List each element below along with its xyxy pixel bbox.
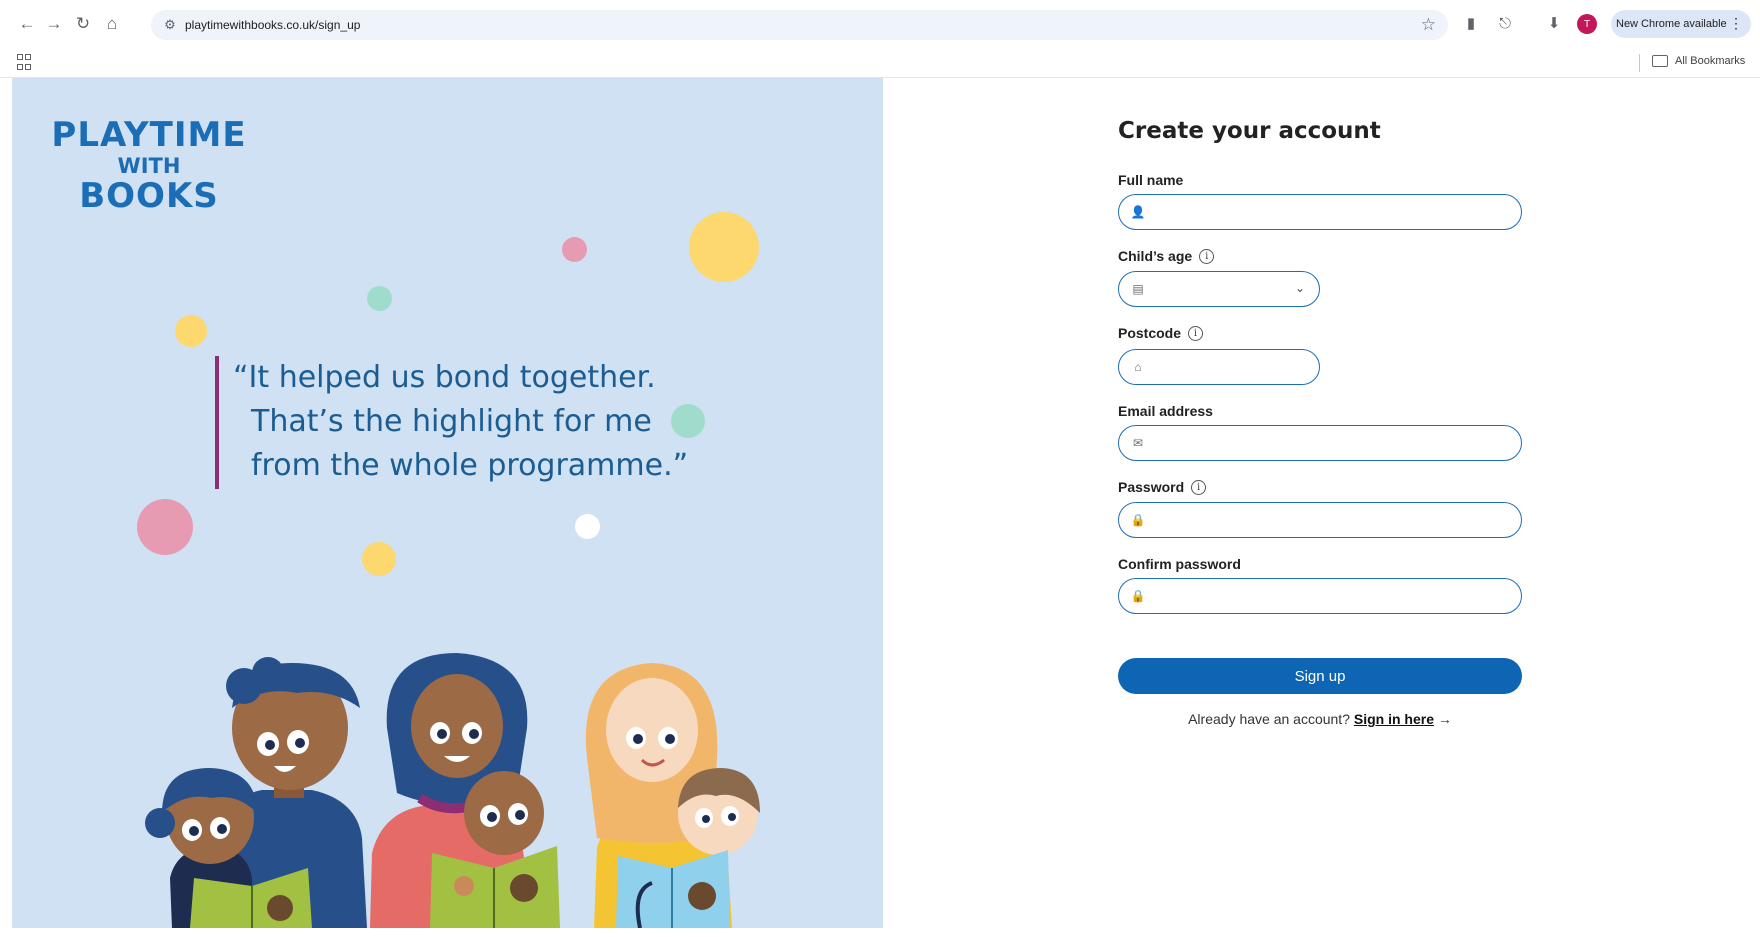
extensions-icon[interactable]: ⎋ xyxy=(1494,12,1516,34)
email-input[interactable]: ✉ xyxy=(1118,425,1522,461)
email-label: Email address xyxy=(1118,403,1213,419)
confirm-password-label-text: Confirm password xyxy=(1118,556,1241,572)
email-label-text: Email address xyxy=(1118,403,1213,419)
calendar-icon: ▤ xyxy=(1132,282,1144,296)
password-label-text: Password xyxy=(1118,479,1185,495)
lock-icon: 🔒 xyxy=(1130,589,1146,603)
full-name-label-text: Full name xyxy=(1118,172,1184,188)
site-settings-icon[interactable]: ⚙ xyxy=(161,16,179,34)
arrow-right-icon: → xyxy=(1437,711,1452,727)
form-title: Create your account xyxy=(1118,118,1381,144)
sign-up-button[interactable]: Sign up xyxy=(1118,658,1522,694)
family-reading-illustration xyxy=(145,653,760,928)
illustration-baby-middle xyxy=(464,771,544,855)
child-age-select[interactable]: ▤ ⌄ xyxy=(1118,271,1320,307)
postcode-label: Postcode i xyxy=(1118,325,1204,341)
back-arrow-icon[interactable]: ← xyxy=(15,12,39,36)
password-input[interactable]: 🔒 xyxy=(1118,502,1522,538)
web-page: PLAYTIME WITH BOOKS “It helped us bond t… xyxy=(12,78,1748,928)
chrome-update-button[interactable]: New Chrome available ⋮ xyxy=(1611,10,1751,38)
home-icon: ⌂ xyxy=(1134,360,1142,374)
child-age-label-text: Child’s age xyxy=(1118,248,1193,264)
full-name-label: Full name xyxy=(1118,172,1183,188)
full-name-input[interactable]: 👤 xyxy=(1118,194,1522,230)
profile-avatar[interactable]: T xyxy=(1577,14,1597,34)
home-icon[interactable]: ⌂ xyxy=(100,12,124,36)
info-icon[interactable]: i xyxy=(1191,479,1207,495)
bookmarks-divider xyxy=(1639,54,1640,72)
illustration-child-right xyxy=(678,768,760,855)
envelope-icon: ✉ xyxy=(1132,436,1144,450)
bookmark-star-icon[interactable]: ☆ xyxy=(1421,15,1436,35)
password-label: Password i xyxy=(1118,479,1207,495)
menu-dots-icon: ⋮ xyxy=(1729,15,1743,31)
all-bookmarks-label: All Bookmarks xyxy=(1675,55,1746,67)
sign-in-prompt: Already have an account? xyxy=(1188,711,1350,727)
postcode-label-text: Postcode xyxy=(1118,325,1182,341)
sign-in-row: Already have an account? Sign in here → xyxy=(1118,711,1522,727)
all-bookmarks-button[interactable]: All Bookmarks xyxy=(1652,55,1745,67)
chevron-down-icon: ⌄ xyxy=(1294,281,1305,295)
address-bar[interactable]: ⚙ playtimewithbooks.co.uk/sign_up ☆ xyxy=(151,10,1448,40)
address-url[interactable]: playtimewithbooks.co.uk/sign_up xyxy=(185,18,360,32)
sign-in-link[interactable]: Sign in here xyxy=(1354,711,1434,727)
folder-icon xyxy=(1652,55,1668,67)
info-icon[interactable]: i xyxy=(1188,325,1204,341)
promo-panel: PLAYTIME WITH BOOKS “It helped us bond t… xyxy=(12,78,883,928)
confirm-password-input[interactable]: 🔒 xyxy=(1118,578,1522,614)
confirm-password-label: Confirm password xyxy=(1118,556,1241,572)
postcode-input[interactable]: ⌂ xyxy=(1118,349,1320,385)
child-age-label: Child’s age i xyxy=(1118,248,1215,264)
browser-toolbar: ← → ↻ ⌂ ⚙ playtimewithbooks.co.uk/sign_u… xyxy=(0,0,1760,48)
user-icon: 👤 xyxy=(1130,205,1146,219)
reading-list-icon[interactable]: ▮ xyxy=(1460,12,1482,34)
apps-grid-icon[interactable] xyxy=(17,54,35,72)
bookmarks-bar: All Bookmarks xyxy=(0,48,1760,78)
update-label: New Chrome available xyxy=(1616,18,1727,30)
download-icon[interactable]: ⬇ xyxy=(1543,12,1565,34)
info-icon[interactable]: i xyxy=(1199,248,1215,264)
forward-arrow-icon[interactable]: → xyxy=(42,12,66,36)
lock-icon: 🔒 xyxy=(1130,513,1146,527)
browser-window: ← → ↻ ⌂ ⚙ playtimewithbooks.co.uk/sign_u… xyxy=(0,0,1760,937)
reload-icon[interactable]: ↻ xyxy=(71,12,95,36)
